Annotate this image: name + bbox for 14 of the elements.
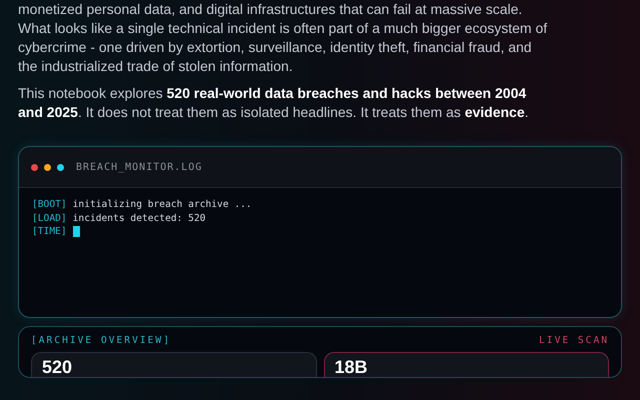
- log-tag: [BOOT]: [32, 198, 67, 212]
- log-text: incidents detected: 520: [72, 212, 206, 225]
- status-label: LIVE SCAN: [539, 335, 609, 346]
- terminal-title: BREACH_MONITOR.LOG: [76, 162, 202, 172]
- paragraph: monetized personal data, and digital infrastructures that can fail at massive scale. What looks like a single technical incident is often part of a much bigger ecosystem of cybercrime - one driven by extortion, surveillance, identity theft, financial fraud, and the industrialized trade of stolen information.: [18, 0, 548, 76]
- log-tag: [TIME]: [32, 225, 67, 238]
- log-tag: [LOAD]: [32, 212, 67, 225]
- section-label: [ARCHIVE OVERVIEW]: [31, 335, 171, 346]
- stat-value: 520: [42, 357, 74, 377]
- text-cursor: [72, 226, 80, 238]
- window-controls-icon: [31, 164, 64, 170]
- paragraph: This notebook explores 520 real-world data breaches and hacks between 2004 and 2025. It does not treat them as isolated headlines. It treats them as evidence.: [18, 84, 530, 122]
- log-text: initializing breach archive ...: [72, 198, 252, 212]
- stat-value: 18B: [334, 357, 369, 377]
